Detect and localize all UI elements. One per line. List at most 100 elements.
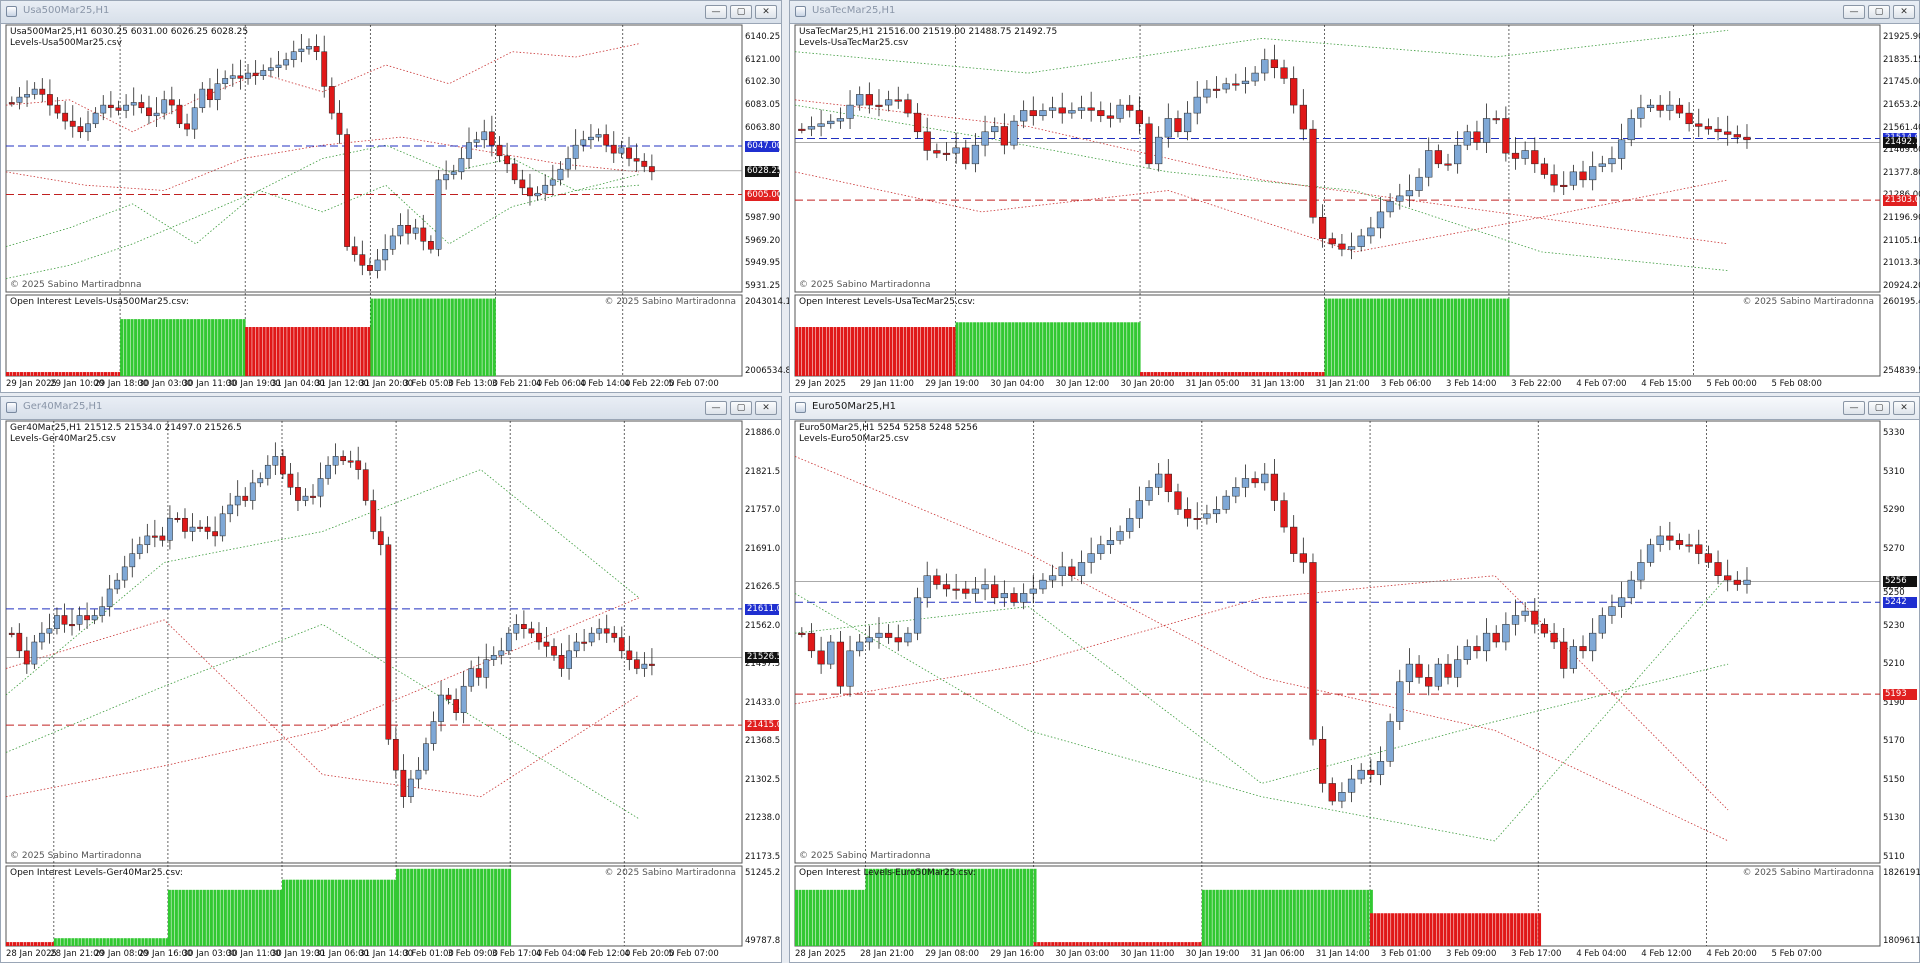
chart-canvas[interactable] [1, 1, 781, 392]
oi-bar [179, 319, 183, 376]
oi-bar [151, 319, 155, 376]
candle [836, 631, 845, 694]
oi-bar [148, 319, 152, 376]
oi-bar [1015, 322, 1019, 376]
oi-bar [1352, 889, 1356, 946]
oi-bar [1149, 942, 1153, 946]
oi-bar [953, 868, 957, 946]
candle [1675, 98, 1684, 119]
oi-bar [353, 327, 357, 376]
oi-bar [457, 298, 461, 376]
oi-bar [812, 889, 816, 946]
candle [107, 91, 114, 118]
candle [542, 174, 549, 201]
oi-bar [1345, 889, 1349, 946]
candle [1251, 66, 1259, 86]
oi-bar [137, 938, 141, 946]
oi-bar [23, 372, 27, 376]
candle [1492, 625, 1500, 648]
oi-bar [445, 868, 449, 946]
oi-bar [92, 938, 96, 946]
candle [475, 656, 482, 686]
oi-bar [886, 327, 889, 376]
candle [174, 512, 181, 523]
oi-bar [280, 327, 284, 376]
oi-bar [74, 938, 78, 946]
oi-bar [1436, 298, 1440, 376]
oi-bar [37, 372, 41, 376]
oi-bar [931, 327, 935, 376]
oi-scale-min: 254839.55 [1883, 366, 1920, 376]
oi-bar [422, 298, 426, 376]
oi-bar [1040, 942, 1044, 946]
oi-bar [1338, 298, 1342, 376]
oi-bar [946, 868, 950, 946]
oi-bar [123, 938, 127, 946]
oi-bar [265, 889, 269, 946]
oi-bar [900, 868, 904, 946]
oi-bar [1217, 372, 1221, 376]
oi-bar [241, 889, 245, 946]
candle [884, 90, 893, 112]
candle [114, 573, 121, 594]
chart-window-euro50[interactable]: Euro50Mar25,H1—▢✕53305310529052705250523… [789, 396, 1920, 963]
oi-bar [889, 327, 893, 376]
oi-bar [963, 868, 967, 946]
time-axis-label: 3 Feb 05:00 [403, 379, 454, 389]
oi-bar [1387, 298, 1391, 376]
oi-bar [967, 868, 971, 946]
candle [836, 107, 845, 129]
candle [1222, 490, 1230, 514]
oi-bar [1390, 298, 1394, 376]
oi-bar [1154, 372, 1158, 376]
chart-window-usatec[interactable]: UsaTecMar25,H1— ▢ ✕ 21925.90 21835.15 21745.0… [789, 0, 1920, 393]
oi-bar [48, 942, 51, 946]
oi-bar [473, 868, 477, 946]
candle [1425, 137, 1433, 187]
oi-bar [1436, 913, 1440, 946]
oi-bar [1380, 298, 1384, 376]
candle [136, 536, 143, 560]
oi-bar [1464, 298, 1468, 376]
chart-canvas[interactable] [790, 1, 1919, 392]
oi-bar [1433, 913, 1437, 946]
oi-bar [1324, 889, 1328, 946]
oi-bar [183, 319, 187, 376]
oi-bar [1086, 942, 1090, 946]
oi-bar [897, 868, 901, 946]
oi-bar [1348, 298, 1352, 376]
oi-bar [290, 327, 294, 376]
oi-bar [370, 298, 374, 376]
oi-bar [188, 889, 192, 946]
oi-bar [57, 938, 61, 946]
oi-bar [1485, 913, 1489, 946]
price-scale-label: 6083.05 [745, 99, 781, 110]
oi-bar [306, 879, 310, 946]
oi-bar [276, 889, 280, 946]
chart-window-ger40[interactable]: Ger40Mar25,H1— ▢ ✕ 21886.0 21821.5 21757.0 216… [0, 396, 782, 963]
candle [16, 87, 23, 110]
candle [1685, 102, 1693, 132]
candle [1521, 141, 1529, 165]
oi-bar [190, 319, 194, 376]
candle [1386, 193, 1394, 218]
oi-bar [1524, 913, 1528, 946]
oi-bar [1471, 913, 1475, 946]
oi-bar [1192, 372, 1196, 376]
candle [1106, 527, 1115, 554]
oi-bar [956, 868, 960, 946]
candle [1000, 113, 1008, 155]
chart-copyright: © 2025 Sabino Martiradonna [799, 280, 931, 290]
oi-bar [1121, 942, 1125, 946]
chart-window-usa500[interactable]: Usa500Mar25,H1— ▢ ✕ 6140.25 6121.00 6102.30 60… [0, 0, 791, 393]
oi-bar [1283, 372, 1287, 376]
candle [513, 614, 520, 641]
level-step-line [794, 456, 1729, 842]
oi-indicator-label: Open Interest Levels-Ger40Mar25.csv: [10, 868, 183, 878]
oi-bar [1404, 298, 1408, 376]
oi-bar [833, 889, 837, 946]
oi-bar [1065, 942, 1069, 946]
oi-bar [144, 319, 148, 376]
oi-bar [251, 889, 255, 946]
candle [31, 635, 38, 669]
